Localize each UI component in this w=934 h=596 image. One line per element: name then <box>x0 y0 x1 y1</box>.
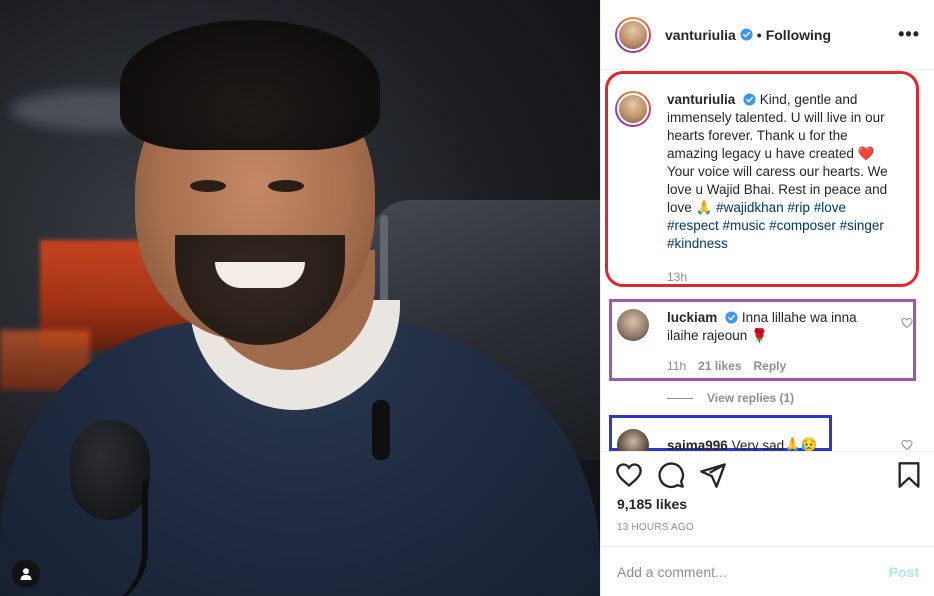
likes-count[interactable]: 9,185 likes <box>617 496 687 512</box>
caption-timestamp[interactable]: 13h <box>667 270 687 284</box>
bookmark-icon[interactable] <box>895 461 923 489</box>
comments-section[interactable]: vanturiulia Kind, gentle and immensely t… <box>601 71 934 451</box>
hashtag-link[interactable]: #rip <box>787 200 810 215</box>
add-comment-bar: Post <box>601 546 934 596</box>
action-icons <box>615 461 923 489</box>
comment-item: luckiam Inna lillahe wa inna ilaihe raje… <box>617 309 917 345</box>
rose-emoji: 🌹 <box>751 328 768 343</box>
caption-body: vanturiulia Kind, gentle and immensely t… <box>667 91 897 253</box>
following-button[interactable]: Following <box>766 27 831 43</box>
comment-time[interactable]: 11h <box>667 359 686 373</box>
hair <box>120 20 380 150</box>
separator-dot: • <box>756 26 762 43</box>
commenter-avatar[interactable] <box>617 309 649 341</box>
heart-icon[interactable] <box>615 461 643 489</box>
hashtag-link[interactable]: #music <box>723 218 766 233</box>
more-horizontal-icon[interactable]: ••• <box>898 24 920 45</box>
hashtag-link[interactable]: #singer <box>840 218 884 233</box>
hashtag-link[interactable]: #love <box>814 200 846 215</box>
verified-badge-icon <box>743 93 756 106</box>
smile <box>215 262 305 288</box>
sad-emoji: 🙏😥 <box>784 437 818 451</box>
post-caption: vanturiulia Kind, gentle and immensely t… <box>615 91 915 253</box>
pray-emoji: 🙏 <box>695 200 713 215</box>
lavalier-mic <box>372 400 390 460</box>
author-info: vanturiulia • Following <box>665 27 831 43</box>
view-replies-button[interactable]: View replies (1) <box>667 391 794 405</box>
hashtag-link[interactable]: #wajidkhan <box>716 200 784 215</box>
tagged-users-button[interactable] <box>12 560 40 588</box>
post-button[interactable]: Post <box>889 564 919 580</box>
comment-meta: 11h 21 likes Reply <box>667 359 786 373</box>
verified-badge-icon <box>725 311 738 324</box>
like-comment-heart-icon[interactable] <box>901 439 913 451</box>
verified-badge-icon <box>740 28 753 41</box>
heart-emoji: ❤️ <box>857 146 875 161</box>
replies-line <box>667 397 693 399</box>
mic-cable <box>88 480 148 596</box>
commenter-avatar[interactable] <box>617 429 649 451</box>
comment-icon[interactable] <box>657 461 685 489</box>
author-avatar[interactable] <box>615 16 651 53</box>
comment-text: Very sad <box>731 437 785 452</box>
share-icon[interactable] <box>699 461 727 489</box>
author-username[interactable]: vanturiulia <box>665 27 736 43</box>
comment-item: saima996 Very sad 🙏😥 <box>617 429 818 451</box>
like-comment-heart-icon[interactable] <box>901 317 913 329</box>
left-eye <box>190 180 226 192</box>
post-timestamp[interactable]: 13 HOURS AGO <box>617 522 694 533</box>
view-replies-label: View replies (1) <box>707 391 795 405</box>
hashtag-link[interactable]: #respect <box>667 218 719 233</box>
post-header: vanturiulia • Following ••• <box>601 0 934 70</box>
post-photo[interactable] <box>0 0 600 596</box>
comment-likes[interactable]: 21 likes <box>698 359 741 373</box>
user-icon <box>20 568 32 580</box>
reply-button[interactable]: Reply <box>754 359 787 373</box>
comment-username[interactable]: luckiam <box>667 310 717 325</box>
right-eye <box>268 180 304 192</box>
post-actions: 9,185 likes 13 HOURS AGO <box>601 451 934 546</box>
hashtag-link[interactable]: #kindness <box>667 236 728 251</box>
comment-body: luckiam Inna lillahe wa inna ilaihe raje… <box>667 309 867 345</box>
post-sidebar: vanturiulia • Following ••• vanturiulia … <box>600 0 934 596</box>
hashtag-link[interactable]: #composer <box>769 218 836 233</box>
caption-avatar[interactable] <box>615 91 651 127</box>
comment-username[interactable]: saima996 <box>667 438 728 452</box>
caption-username[interactable]: vanturiulia <box>667 92 735 107</box>
comment-input[interactable] <box>617 563 889 580</box>
